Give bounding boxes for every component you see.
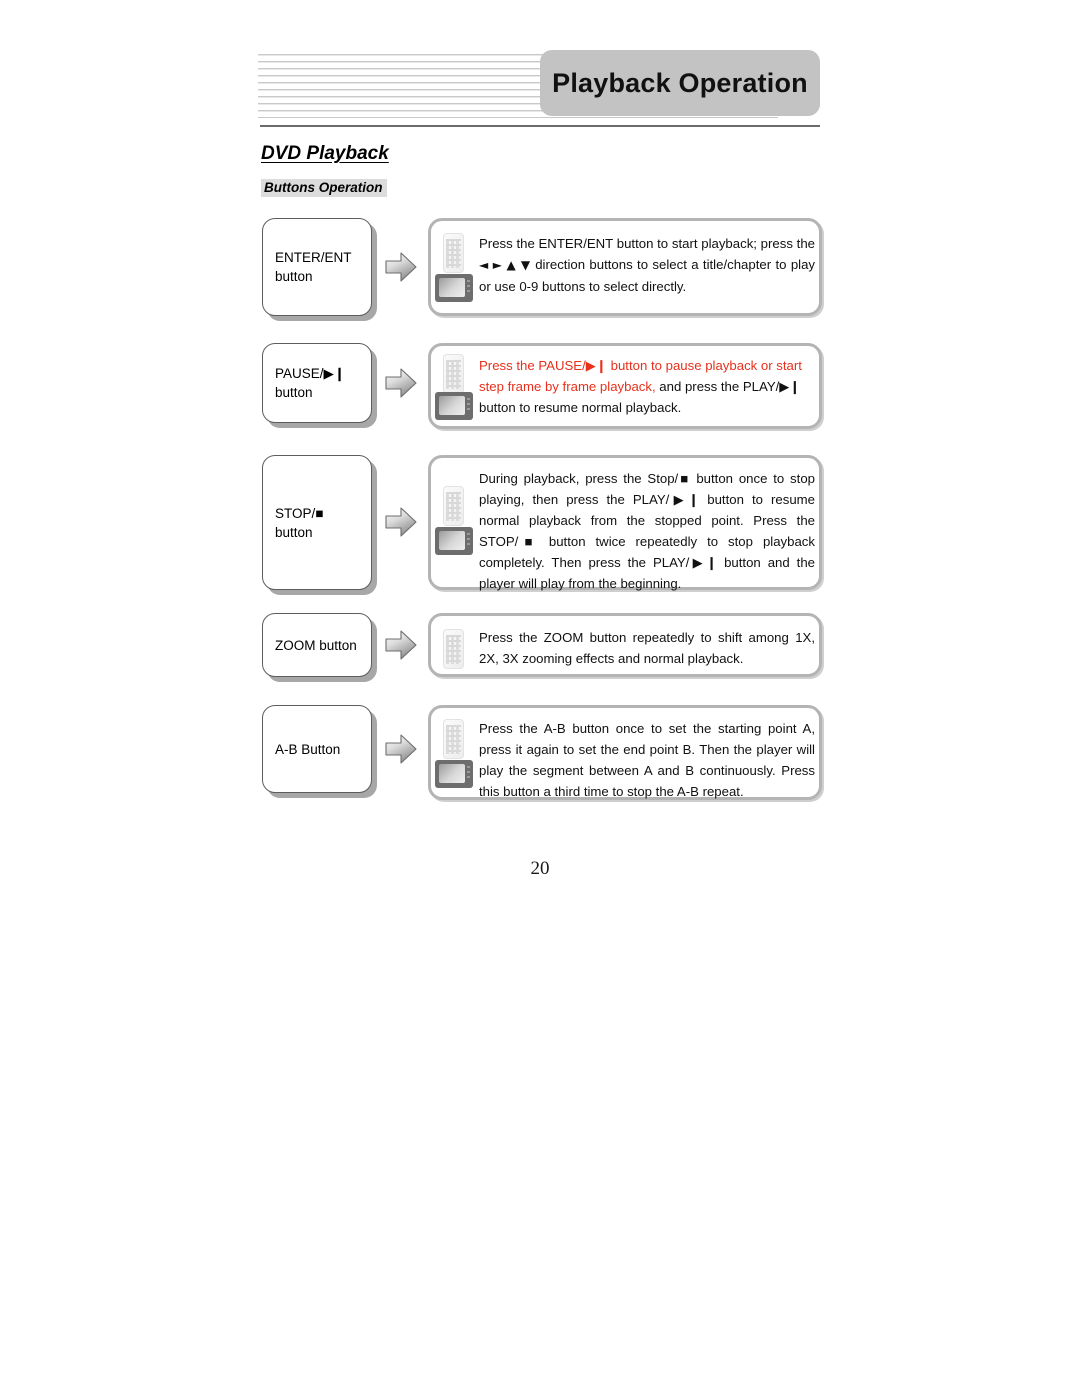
- arrow-right-icon: [384, 628, 418, 662]
- section-title: DVD Playback: [261, 143, 389, 164]
- tv-screen-icon: [435, 527, 473, 555]
- remote-control-icon: [443, 629, 464, 669]
- row-description-text: Press the ENTER/ENT button to start play…: [479, 236, 816, 294]
- row-description-box: Press the ZOOM button repeatedly to shif…: [428, 613, 822, 677]
- row-label-pause: PAUSE/▶❙ button: [262, 343, 372, 423]
- row-description-text: Press the PAUSE/▶❙ button to pause playb…: [479, 355, 815, 418]
- row-label-text: STOP/■ button: [275, 505, 324, 540]
- tv-screen-icon: [435, 274, 473, 302]
- arrow-right-icon: [384, 505, 418, 539]
- page-title: Playback Operation: [552, 67, 808, 98]
- row-label-text: ENTER/ENT button: [275, 250, 352, 284]
- header-title-tab: Playback Operation: [540, 50, 820, 116]
- tv-screen-icon: [435, 760, 473, 788]
- remote-control-icon: [443, 486, 464, 526]
- remote-control-icon: [443, 719, 464, 759]
- arrow-right-icon: [384, 732, 418, 766]
- row-label-text: A-B Button: [275, 741, 341, 757]
- row-description-box: During playback, press the Stop/■ button…: [428, 455, 822, 591]
- arrow-right-icon: [384, 250, 418, 284]
- row-description-box: Press the A-B button once to set the sta…: [428, 705, 822, 800]
- remote-control-icon: [443, 354, 464, 394]
- tv-screen-icon: [435, 392, 473, 420]
- section-subtitle: Buttons Operation: [261, 179, 387, 197]
- row-description-box: Press the ENTER/ENT button to start play…: [428, 218, 822, 316]
- row-description-text: During playback, press the Stop/■ button…: [479, 471, 815, 591]
- row-label-enter: ENTER/ENT button: [262, 218, 372, 316]
- row-label-stop: STOP/■ button: [262, 455, 372, 590]
- row-description-box: Press the PAUSE/▶❙ button to pause playb…: [428, 343, 822, 429]
- remote-control-icon: [443, 233, 464, 273]
- row-label-ab: A-B Button: [262, 705, 372, 793]
- document-page: Playback Operation DVD Playback Buttons …: [0, 0, 1080, 1397]
- row-label-text: PAUSE/▶❙ button: [275, 366, 346, 400]
- row-label-text: ZOOM button: [275, 637, 357, 653]
- header-divider-rule: [260, 125, 820, 127]
- page-number: 20: [530, 858, 550, 879]
- direction-arrows-icon: ◄ ► ▲ ▼: [479, 258, 531, 272]
- row-description-text: Press the A-B button once to set the sta…: [479, 721, 815, 799]
- arrow-right-icon: [384, 366, 418, 400]
- row-description-text: Press the ZOOM button repeatedly to shif…: [479, 630, 815, 666]
- row-label-zoom: ZOOM button: [262, 613, 372, 677]
- page-header: Playback Operation: [258, 50, 820, 122]
